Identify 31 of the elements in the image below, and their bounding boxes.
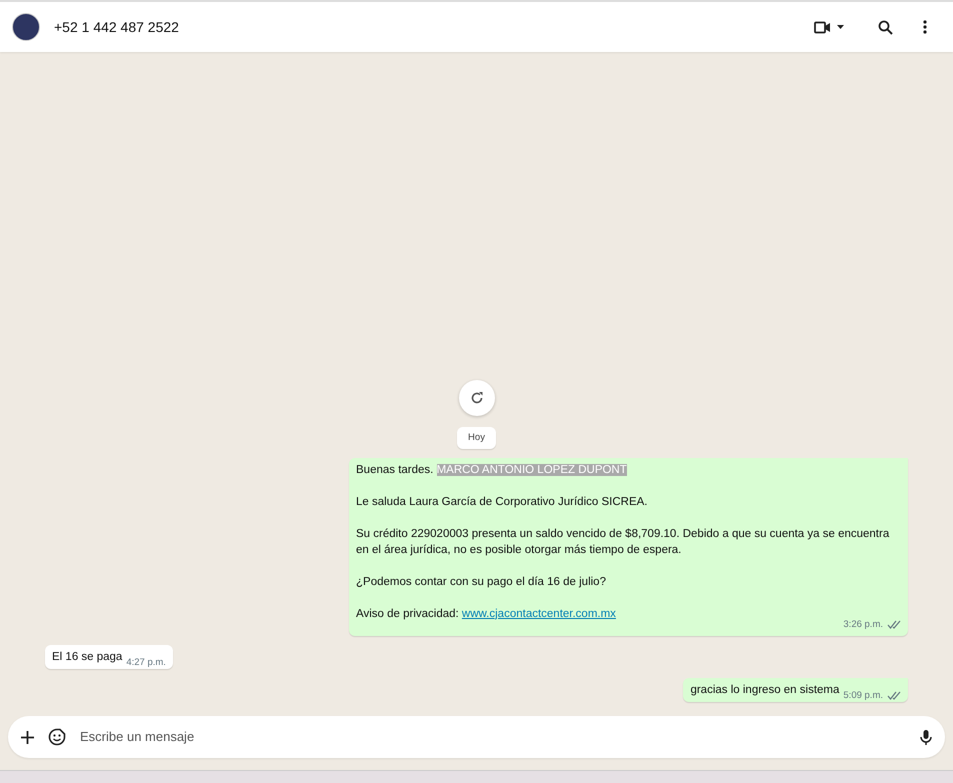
menu-icon	[923, 20, 927, 34]
video-call-button[interactable]	[814, 20, 844, 34]
message-time: 4:27 p.m.	[126, 656, 166, 670]
plus-icon	[21, 730, 34, 744]
composer-bar[interactable]: Escribe un mensaje	[8, 716, 945, 758]
search-button[interactable]	[878, 20, 893, 34]
microphone-icon	[920, 728, 932, 746]
smiley-icon	[48, 728, 66, 746]
message-text: Buenas tardes. MARCO ANTONIO LOPEZ DUPONT	[356, 462, 628, 478]
attach-button[interactable]	[21, 730, 34, 744]
message-text: El 16 se paga	[52, 650, 122, 665]
message-text: Le saluda Laura García de Corporativo Jurídico SICREA.	[356, 494, 648, 510]
message-input[interactable]: Escribe un mensaje	[80, 727, 906, 747]
reload-button[interactable]	[458, 380, 494, 416]
microphone-button[interactable]	[920, 728, 932, 746]
sticker-button[interactable]	[48, 728, 66, 746]
message-text: Aviso de privacidad: www.cjacontactcenter.com.mx	[356, 606, 617, 622]
avatar[interactable]	[12, 13, 40, 41]
contact-name[interactable]: +52 1 442 487 2522	[54, 16, 179, 38]
privacy-link[interactable]: www.cjacontactcenter.com.mx	[462, 608, 616, 620]
message-text: Su crédito 229020003 presenta un saldo vencido de $8,709.10. Debido a que su cuenta ya se encuentra en el área jurídica, no es posible otorgar más tiempo de espera.	[356, 526, 890, 558]
video-camera-icon	[814, 20, 831, 34]
reload-icon	[470, 390, 484, 404]
message-text: ¿Podemos contar con su pago el día 16 de julio?	[356, 574, 607, 590]
caret-icon	[837, 25, 844, 29]
search-icon	[878, 20, 893, 34]
menu-button[interactable]	[923, 20, 927, 34]
message-time: 3:26 p.m.	[843, 618, 883, 632]
date-chip: Hoy	[457, 426, 496, 449]
message-text: gracias lo ingreso en sistema	[690, 683, 840, 698]
message-time: 5:09 p.m.	[843, 688, 883, 703]
